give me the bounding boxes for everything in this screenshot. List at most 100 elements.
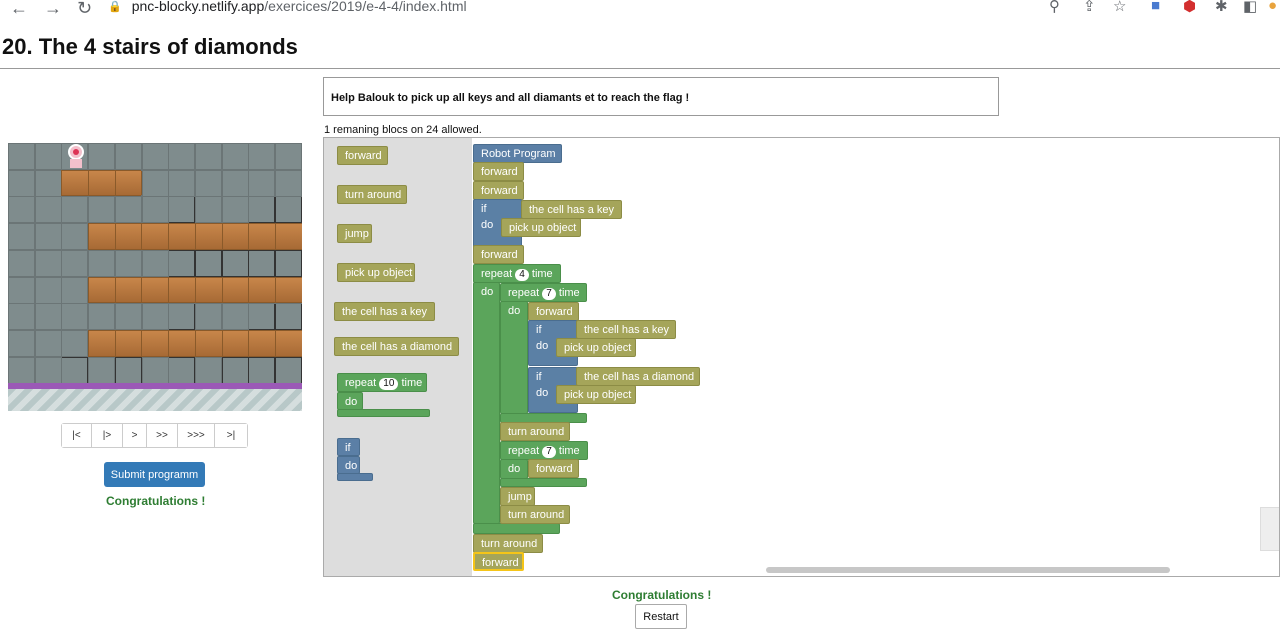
board-stair-platform — [61, 169, 143, 197]
board-cell — [221, 249, 249, 277]
prog-forward-1[interactable]: forward — [473, 162, 524, 181]
profile-icon[interactable]: ● — [1268, 0, 1277, 14]
board-cell — [168, 303, 196, 331]
remaining-blocks-text: 1 remaning blocs on 24 allowed. — [324, 124, 482, 136]
prog-turn-around-2[interactable]: turn around — [500, 505, 570, 524]
prog-repeat-inner-spine: do — [500, 301, 528, 414]
inner-repeat-count[interactable]: 7 — [542, 288, 556, 300]
toolbox-pick-up-block[interactable]: pick up object — [337, 263, 415, 282]
toolbox-cell-diamond-block[interactable]: the cell has a diamond — [334, 337, 459, 356]
step-next-button[interactable]: > — [123, 424, 147, 447]
toolbox-if-foot — [337, 473, 373, 481]
prog-forward-3[interactable]: forward — [473, 245, 524, 264]
workspace-trashcan-edge[interactable] — [1260, 507, 1279, 551]
prog-repeat-second[interactable]: repeat 7 time — [500, 441, 588, 460]
step-fast-button[interactable]: >> — [147, 424, 178, 447]
prog-cell-key-2[interactable]: the cell has a key — [576, 320, 676, 339]
prog-pick-up-1[interactable]: pick up object — [501, 218, 581, 237]
prog-turn-around-1[interactable]: turn around — [500, 422, 570, 441]
title-divider — [0, 68, 1280, 69]
board-cell — [194, 143, 222, 170]
if-label: if — [481, 203, 487, 215]
board-cell — [194, 249, 222, 277]
search-icon[interactable]: ⚲ — [1049, 0, 1060, 15]
bookmark-star-icon[interactable]: ☆ — [1113, 0, 1126, 15]
board-cell — [8, 143, 35, 170]
board-cell — [61, 356, 89, 384]
board-cell — [194, 303, 222, 331]
step-play-button[interactable]: |> — [92, 424, 123, 447]
board-cell — [34, 329, 62, 357]
board-cell — [141, 143, 169, 170]
toolbox-repeat-block[interactable]: repeat 10 time — [337, 373, 427, 392]
board-cell — [114, 249, 142, 277]
extensions-puzzle-icon[interactable]: ✱ — [1215, 0, 1228, 15]
share-icon[interactable]: ⇪ — [1083, 0, 1096, 15]
red-extension-icon[interactable]: ⬢ — [1183, 0, 1196, 15]
repeat-count[interactable]: 10 — [379, 378, 399, 390]
back-arrow-icon[interactable]: ← — [10, 0, 28, 19]
toolbox-if-do: do — [337, 456, 360, 474]
board-cell — [275, 303, 302, 331]
board-cell — [141, 356, 169, 384]
prog-pick-up-3[interactable]: pick up object — [556, 385, 636, 404]
prog-repeat-inner[interactable]: repeat 7 time — [500, 283, 587, 302]
forward-arrow-icon[interactable]: → — [44, 0, 62, 19]
prog-forward-selected[interactable]: forward — [473, 552, 524, 571]
reload-icon[interactable]: ↻ — [77, 0, 92, 19]
step-last-button[interactable]: >| — [215, 424, 247, 447]
prog-forward-5[interactable]: forward — [528, 459, 579, 478]
congrats-message-bottom: Congratulations ! — [612, 588, 712, 602]
board-cell — [221, 196, 249, 224]
toolbox-turn-around-block[interactable]: turn around — [337, 185, 407, 204]
board-cell — [275, 143, 302, 170]
board-cell — [34, 249, 62, 277]
toolbox-cell-key-block[interactable]: the cell has a key — [334, 302, 435, 321]
prog-jump[interactable]: jump — [500, 487, 535, 506]
board-cell — [168, 249, 196, 277]
workspace-horizontal-scrollbar[interactable] — [766, 567, 1170, 573]
board-stair-platform — [88, 329, 302, 357]
address-bar[interactable]: 🔒 pnc-blocky.netlify.app/exercices/2019/… — [108, 0, 467, 16]
do-label: do — [508, 305, 521, 317]
block-toolbox: forward turn around jump pick up object … — [324, 138, 472, 576]
do-label: do — [481, 286, 494, 298]
prog-repeat-second-foot — [500, 478, 587, 487]
prog-turn-around-3[interactable]: turn around — [473, 534, 543, 553]
blockly-workspace[interactable]: forward turn around jump pick up object … — [323, 137, 1280, 577]
prog-pick-up-2[interactable]: pick up object — [556, 338, 636, 357]
board-cell — [141, 196, 169, 224]
step-faster-button[interactable]: >>> — [178, 424, 215, 447]
prog-repeat-outer[interactable]: repeat 4 time — [473, 264, 561, 283]
submit-program-button[interactable]: Submit programm — [104, 462, 205, 487]
prog-forward-4[interactable]: forward — [528, 302, 579, 321]
board-cell — [141, 249, 169, 277]
prog-cell-key-1[interactable]: the cell has a key — [521, 200, 622, 219]
prog-forward-2[interactable]: forward — [473, 181, 524, 200]
board-cell — [8, 223, 35, 251]
prog-cell-diamond[interactable]: the cell has a diamond — [576, 367, 700, 386]
toolbox-jump-block[interactable]: jump — [337, 224, 372, 243]
outer-repeat-count[interactable]: 4 — [515, 269, 529, 281]
repeat-label: repeat — [508, 445, 540, 457]
translate-extension-icon[interactable]: ■ — [1151, 0, 1160, 14]
board-cell — [61, 329, 89, 357]
board-cell — [88, 196, 116, 224]
board-cell — [34, 356, 62, 384]
sidepanel-icon[interactable]: ◧ — [1243, 0, 1257, 15]
board-cell — [61, 223, 89, 251]
program-root-block[interactable]: Robot Program — [473, 144, 562, 163]
second-repeat-count[interactable]: 7 — [542, 446, 556, 458]
board-cell — [8, 276, 35, 304]
toolbox-repeat-foot — [337, 409, 430, 417]
restart-button[interactable]: Restart — [635, 604, 687, 629]
board-cell — [114, 143, 142, 170]
toolbox-forward-block[interactable]: forward — [337, 146, 388, 165]
board-cell — [61, 276, 89, 304]
board-cell — [34, 276, 62, 304]
step-first-button[interactable]: |< — [62, 424, 92, 447]
toolbox-if-block[interactable]: if — [337, 438, 360, 456]
board-cell — [221, 303, 249, 331]
board-cell — [194, 356, 222, 384]
board-cell — [248, 356, 276, 384]
